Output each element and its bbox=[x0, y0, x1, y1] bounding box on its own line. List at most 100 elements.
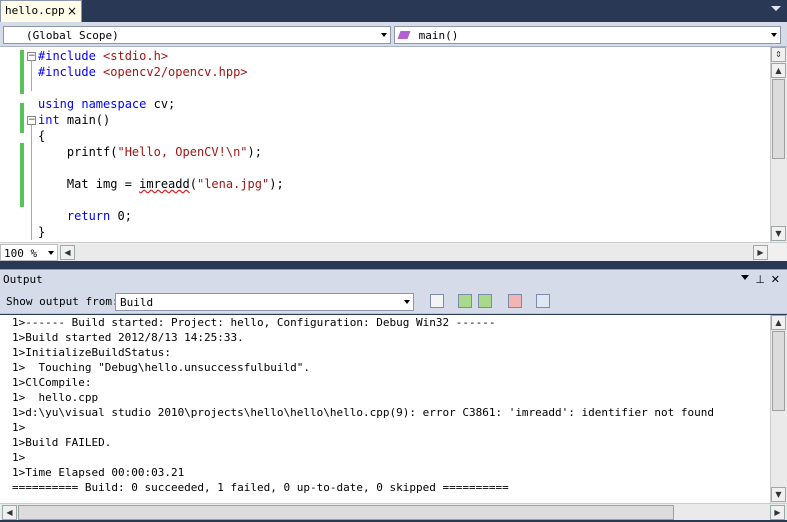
clear-all-icon[interactable] bbox=[508, 294, 522, 308]
code-editor[interactable]: − − #include <stdio.h> #include <opencv2/… bbox=[0, 47, 787, 242]
collapse-icon[interactable]: − bbox=[27, 52, 36, 61]
collapse-icon[interactable]: − bbox=[27, 116, 36, 125]
code-line: #include <stdio.h> bbox=[38, 49, 168, 63]
output-line: 1>Build FAILED. bbox=[12, 436, 112, 449]
code-token: main() bbox=[59, 113, 111, 127]
code-token: } bbox=[38, 225, 46, 239]
output-line: 1> Touching "Debug\hello.unsuccessfulbui… bbox=[12, 361, 311, 374]
close-icon[interactable]: ✕ bbox=[771, 273, 780, 286]
find-message-icon[interactable] bbox=[430, 294, 444, 308]
scroll-down-icon[interactable]: ▼ bbox=[771, 226, 786, 241]
navigation-bar: (Global Scope) main() bbox=[0, 22, 787, 47]
scroll-right-icon[interactable]: ▶ bbox=[770, 505, 785, 520]
scrollbar-thumb[interactable] bbox=[772, 331, 785, 411]
toggle-word-wrap-icon[interactable] bbox=[536, 294, 550, 308]
scroll-left-icon[interactable]: ◀ bbox=[2, 505, 17, 520]
window-position-icon[interactable] bbox=[741, 275, 749, 280]
keyword-token: #include bbox=[38, 65, 96, 79]
output-line: 1>ClCompile: bbox=[12, 376, 92, 389]
output-toolbar: Show output from: Build bbox=[0, 289, 787, 314]
scrollbar-thumb[interactable] bbox=[772, 79, 785, 159]
output-line: 1>Time Elapsed 00:00:03.21 bbox=[12, 466, 185, 479]
output-line: 1> bbox=[12, 421, 26, 434]
output-title: Output bbox=[3, 273, 43, 286]
chevron-down-icon bbox=[404, 300, 410, 304]
code-line: using namespace cv; bbox=[38, 97, 175, 111]
code-line: return 0; bbox=[38, 209, 132, 223]
keyword-token: using namespace bbox=[38, 97, 147, 111]
output-line: 1>InitializeBuildStatus: bbox=[12, 346, 171, 359]
editor-horizontal-scrollbar[interactable]: ◀ ▶ bbox=[60, 244, 768, 261]
output-vertical-scrollbar[interactable]: ▲ ▼ bbox=[770, 315, 787, 503]
previous-message-icon[interactable] bbox=[458, 294, 472, 308]
zoom-value: 100 % bbox=[4, 247, 38, 260]
output-line: 1>------ Build started: Project: hello, … bbox=[12, 316, 496, 329]
code-token: { bbox=[38, 129, 46, 143]
output-line: 1>d:\yu\visual studio 2010\projects\hell… bbox=[12, 406, 714, 419]
code-token: printf( bbox=[38, 145, 118, 159]
code-line: { bbox=[38, 129, 45, 143]
string-literal: <opencv2/opencv.hpp> bbox=[103, 65, 248, 79]
scroll-right-icon[interactable]: ▶ bbox=[753, 245, 768, 260]
output-line: 1> bbox=[12, 451, 26, 464]
editor-margin bbox=[0, 47, 30, 242]
string-literal: <stdio.h> bbox=[103, 49, 169, 63]
tab-hello-cpp[interactable]: hello.cpp × bbox=[0, 0, 82, 22]
output-source-dropdown[interactable]: Build bbox=[115, 293, 414, 311]
scope-dropdown[interactable]: (Global Scope) bbox=[3, 26, 391, 44]
output-line: 1>Build started 2012/8/13 14:25:33. bbox=[12, 331, 244, 344]
code-token: ); bbox=[247, 145, 262, 159]
scroll-down-icon[interactable]: ▼ bbox=[771, 487, 786, 502]
outline-line bbox=[31, 61, 32, 91]
tab-label: hello.cpp bbox=[5, 4, 65, 17]
next-message-icon[interactable] bbox=[478, 294, 492, 308]
keyword-token: int bbox=[38, 113, 60, 127]
output-text-area[interactable]: 1>------ Build started: Project: hello, … bbox=[0, 315, 787, 503]
keyword-token: #include bbox=[38, 49, 96, 63]
outline-line bbox=[31, 125, 32, 240]
scroll-up-icon[interactable]: ▲ bbox=[771, 63, 786, 78]
method-icon bbox=[397, 31, 411, 39]
output-line: 1> hello.cpp bbox=[12, 391, 99, 404]
output-source-value: Build bbox=[120, 296, 154, 309]
changed-lines-marker bbox=[20, 143, 24, 207]
chevron-down-icon bbox=[771, 33, 777, 37]
output-panel-header: Output ⊥ ✕ bbox=[0, 269, 787, 289]
undefined-identifier: imreadd bbox=[139, 177, 190, 191]
editor-vertical-scrollbar[interactable]: ⇕ ▲ ▼ bbox=[770, 47, 787, 242]
zoom-dropdown[interactable]: 100 % bbox=[0, 244, 58, 261]
code-line: Mat img = imreadd("lena.jpg"); bbox=[38, 177, 284, 191]
close-icon[interactable]: × bbox=[67, 4, 77, 18]
changed-lines-marker bbox=[20, 50, 24, 94]
document-tab-strip: hello.cpp × bbox=[0, 0, 787, 22]
code-token: Mat img = bbox=[38, 177, 140, 191]
member-dropdown[interactable]: main() bbox=[394, 26, 781, 44]
code-line: } bbox=[38, 225, 45, 239]
code-token: ); bbox=[269, 177, 284, 191]
string-literal: "Hello, OpenCV!\n" bbox=[117, 145, 248, 159]
scroll-left-icon[interactable]: ◀ bbox=[60, 245, 75, 260]
split-icon[interactable]: ⇕ bbox=[771, 47, 786, 62]
code-token: ( bbox=[189, 177, 197, 191]
output-horizontal-scrollbar[interactable]: ◀ ▶ bbox=[0, 503, 787, 520]
scrollbar-thumb[interactable] bbox=[18, 505, 674, 520]
code-token: cv; bbox=[146, 97, 176, 111]
code-line: #include <opencv2/opencv.hpp> bbox=[38, 65, 248, 79]
changed-lines-marker bbox=[20, 103, 24, 133]
tab-dropdown-icon[interactable] bbox=[771, 6, 781, 11]
scope-value: (Global Scope) bbox=[26, 29, 119, 42]
output-line: ========== Build: 0 succeeded, 1 failed,… bbox=[12, 481, 509, 494]
scroll-up-icon[interactable]: ▲ bbox=[771, 315, 786, 330]
code-token: 0; bbox=[110, 209, 132, 223]
chevron-down-icon bbox=[48, 251, 54, 255]
chevron-down-icon bbox=[381, 33, 387, 37]
code-line: int main() bbox=[38, 113, 110, 127]
code-line: printf("Hello, OpenCV!\n"); bbox=[38, 145, 262, 159]
show-output-label: Show output from: bbox=[6, 295, 119, 308]
pin-icon[interactable]: ⊥ bbox=[755, 273, 765, 286]
string-literal: "lena.jpg" bbox=[196, 177, 270, 191]
member-value: main() bbox=[418, 29, 459, 42]
